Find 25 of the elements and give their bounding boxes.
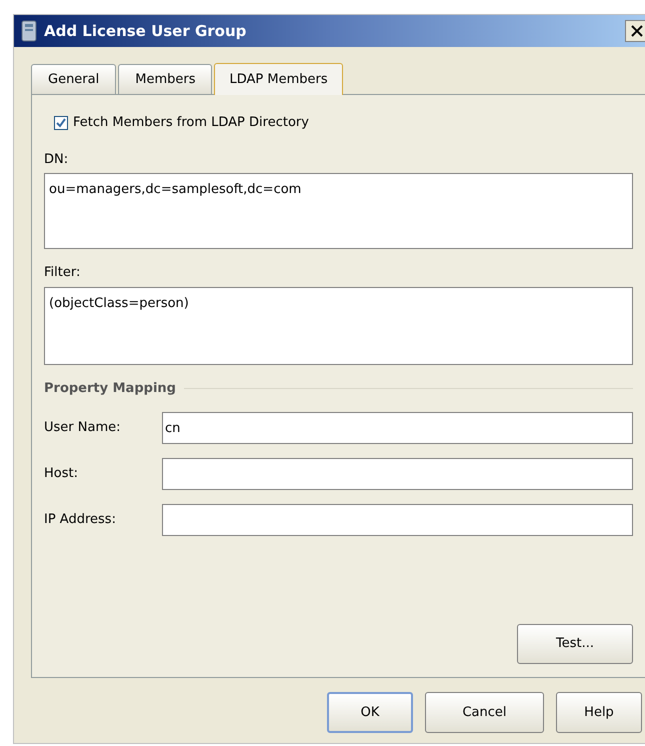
text-field[interactable] bbox=[162, 458, 633, 490]
dialog-button[interactable]: Cancel bbox=[425, 692, 544, 733]
filter-label: Filter: bbox=[44, 264, 80, 282]
dialog-button[interactable]: OK bbox=[327, 692, 413, 733]
tab[interactable]: Members bbox=[118, 64, 212, 94]
checkmark-icon bbox=[56, 118, 66, 128]
tab[interactable]: General bbox=[31, 64, 116, 94]
text-field[interactable] bbox=[162, 504, 633, 536]
field-label: IP Address: bbox=[44, 511, 117, 530]
filter-field[interactable]: (objectClass=person) bbox=[44, 286, 633, 364]
text-field[interactable]: cn bbox=[162, 412, 633, 444]
field-label: User Name: bbox=[44, 419, 122, 438]
dn-label: DN: bbox=[44, 150, 68, 168]
dn-field[interactable]: ou=managers,dc=samplesoft,dc=com bbox=[44, 173, 633, 249]
checkbox-label: Fetch Members from LDAP Directory bbox=[73, 114, 309, 132]
window-title: Add License User Group bbox=[44, 20, 248, 42]
field-label: Host: bbox=[44, 465, 79, 484]
section-heading: Property Mapping bbox=[44, 380, 176, 398]
tab[interactable]: LDAP Members bbox=[214, 63, 343, 95]
dialog-button[interactable]: Help bbox=[556, 692, 642, 733]
server-icon bbox=[20, 20, 38, 42]
close-button[interactable] bbox=[625, 20, 645, 42]
checkbox[interactable] bbox=[54, 116, 68, 130]
close-icon bbox=[631, 25, 643, 37]
test-button[interactable]: Test... bbox=[517, 624, 633, 664]
